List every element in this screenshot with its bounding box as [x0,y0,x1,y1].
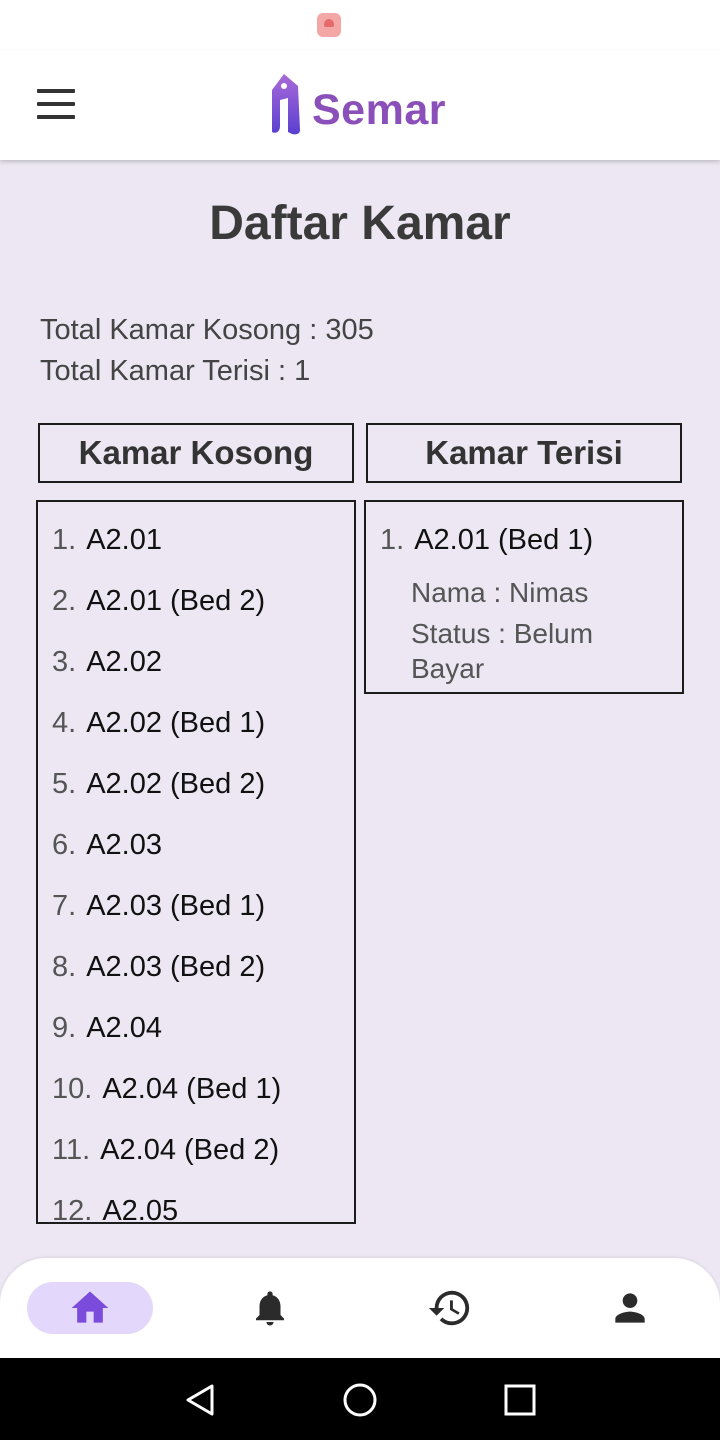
list-item: 2. A2.01 (Bed 2) [52,585,266,617]
list-item: 9. A2.04 [52,1012,162,1044]
list-item: 1. A2.01 [52,524,162,556]
total-kosong: Total Kamar Kosong : 305 [40,314,374,346]
list-item: 11. A2.04 (Bed 2) [52,1134,280,1166]
tag-logo-icon [272,74,300,135]
totals: Total Kamar Kosong : 305 Total Kamar Ter… [40,310,374,392]
screen: Semar Daftar Kamar Total Kamar Kosong : … [0,0,720,1440]
list-item: 10. A2.04 (Bed 1) [52,1073,282,1105]
list-item: 7. A2.03 (Bed 1) [52,890,266,922]
app-name: Semar [312,86,446,134]
home-icon [71,1291,109,1323]
bottom-navigation [0,1258,720,1358]
list-item: 8. A2.03 (Bed 2) [52,951,266,983]
status-bar [0,0,720,50]
home-circle-icon [343,1383,377,1417]
kamar-kosong-list[interactable]: 1. A2.01 2. A2.01 (Bed 2) 3. A2.02 4. A2.02 … [36,500,356,1224]
app-bar: Semar [0,50,720,160]
nav-home[interactable] [27,1282,153,1334]
person-icon [615,1293,645,1323]
system-navigation-bar [0,1358,720,1440]
total-terisi: Total Kamar Terisi : 1 [40,355,311,387]
menu-line-icon [37,89,75,93]
menu-line-icon [37,102,75,106]
nav-notifications[interactable] [207,1282,333,1334]
recents-square-icon [504,1384,536,1416]
menu-line-icon [37,115,75,119]
back-triangle-icon [186,1384,214,1416]
list-item: 4. A2.02 (Bed 1) [52,707,266,739]
kamar-terisi-list[interactable]: 1. A2.01 (Bed 1) Nama : Nimas Status : Be… [364,500,684,694]
nav-profile[interactable] [567,1282,693,1334]
back-button[interactable] [178,1378,222,1422]
list-item: 6. A2.03 [52,829,162,861]
history-icon [428,1290,470,1326]
home-system-button[interactable] [338,1378,382,1422]
hamburger-menu-button[interactable] [30,83,82,127]
list-item: 1. A2.01 (Bed 1) [380,524,594,556]
notification-app-icon [317,13,341,37]
header-kamar-kosong: Kamar Kosong [38,423,354,483]
tenant-name: Nama : Nimas [411,577,589,608]
recents-button[interactable] [498,1378,542,1422]
page-title: Daftar Kamar [209,197,511,250]
nav-history[interactable] [387,1282,513,1334]
list-item: 12. A2.05 [52,1195,179,1224]
header-kamar-terisi: Kamar Terisi [366,423,682,483]
app-logo: Semar [268,72,458,136]
bell-icon [256,1291,284,1326]
list-item: 3. A2.02 [52,646,162,678]
payment-status: Status : Belum Bayar [411,618,594,684]
list-item: 5. A2.02 (Bed 2) [52,768,266,800]
